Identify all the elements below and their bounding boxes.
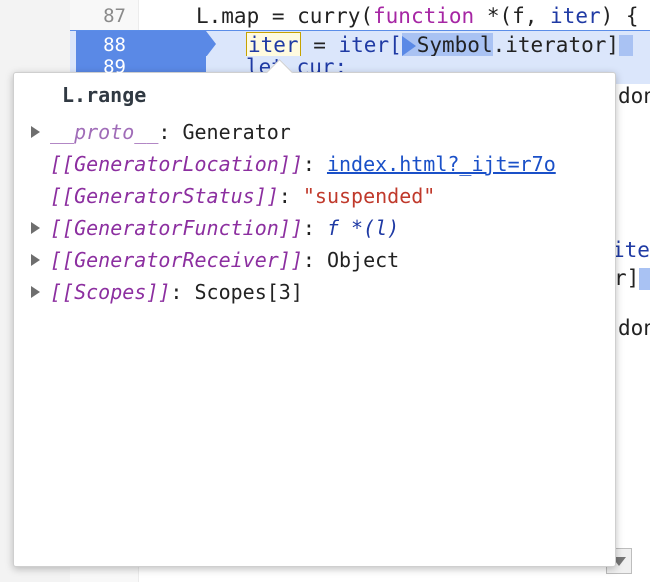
property-separator: : xyxy=(302,248,327,272)
property-key: [[GeneratorLocation]] xyxy=(50,152,303,176)
property-text: [[Scopes]]: Scopes[3] xyxy=(50,277,303,307)
code-text: L.map = curry(function *(f, iter) { xyxy=(196,2,639,30)
property-key: [[GeneratorStatus]] xyxy=(50,184,279,208)
line-number[interactable]: 88 xyxy=(70,31,126,59)
code-line-88-current[interactable]: 88 iter = iter[Symbol.iterator] xyxy=(70,30,650,58)
property-key: [[GeneratorReceiver]] xyxy=(50,248,303,272)
line-number[interactable]: 87 xyxy=(70,2,126,30)
inline-step-target[interactable] xyxy=(619,35,634,57)
code-fragment: don xyxy=(618,84,650,108)
code-token: iter[ xyxy=(338,33,402,57)
property-value: Object xyxy=(326,248,400,272)
code-fragment: r] xyxy=(614,264,650,292)
param-iter: iter xyxy=(550,4,601,28)
generator-location-link[interactable]: index.html?_ijt=r7o xyxy=(327,152,556,176)
property-separator: : xyxy=(302,152,327,176)
property-key: [[Scopes]] xyxy=(50,280,171,304)
property-row-generator-location: [[GeneratorLocation]]: index.html?_ijt=r… xyxy=(14,149,614,179)
code-token: r] xyxy=(614,266,640,290)
code-token: = xyxy=(300,33,339,57)
symbol-token: Symbol xyxy=(416,33,493,57)
property-value: Generator xyxy=(182,120,291,144)
property-separator: : xyxy=(170,280,195,304)
code-fragment: don xyxy=(618,316,650,340)
code-token: ) { xyxy=(600,4,639,28)
property-text: [[GeneratorFunction]]: f *(l) xyxy=(50,213,399,243)
property-separator: : xyxy=(158,120,183,144)
execution-step-marker-icon[interactable] xyxy=(401,36,416,56)
code-line-87[interactable]: 87 L.map = curry(function *(f, iter) { xyxy=(70,2,650,30)
property-key: __proto__ xyxy=(50,120,159,144)
line-number[interactable]: 89 xyxy=(70,56,126,78)
property-text: [[GeneratorReceiver]]: Object xyxy=(50,245,399,275)
property-value: f *(l) xyxy=(326,216,400,240)
variable-value-popover: L.range __proto__: Generator [[Generator… xyxy=(13,59,616,567)
property-row-generator-receiver[interactable]: [[GeneratorReceiver]]: Object xyxy=(14,245,614,275)
property-row-proto[interactable]: __proto__: Generator xyxy=(14,117,614,147)
code-token: L.map = curry( xyxy=(196,4,374,28)
property-row-generator-status: [[GeneratorStatus]]: "suspended" xyxy=(14,181,614,211)
inline-step-target[interactable] xyxy=(639,268,650,290)
property-value: Scopes[3] xyxy=(194,280,303,304)
property-row-generator-function[interactable]: [[GeneratorFunction]]: f *(l) xyxy=(14,213,614,243)
expand-triangle-icon[interactable] xyxy=(31,126,40,138)
code-token: .iterator] xyxy=(492,33,620,57)
code-fragment: ite xyxy=(612,238,650,262)
popover-title: L.range xyxy=(62,83,147,107)
property-separator: : xyxy=(278,184,303,208)
property-text: __proto__: Generator xyxy=(50,117,291,147)
expand-triangle-icon[interactable] xyxy=(31,254,40,266)
expand-triangle-icon[interactable] xyxy=(31,222,40,234)
inline-step-target[interactable]: Symbol xyxy=(401,33,493,57)
property-row-scopes[interactable]: [[Scopes]]: Scopes[3] xyxy=(14,277,614,307)
property-text: [[GeneratorLocation]]: index.html?_ijt=r… xyxy=(50,149,556,179)
expand-triangle-icon[interactable] xyxy=(31,286,40,298)
property-key: [[GeneratorFunction]] xyxy=(50,216,303,240)
code-token: *(f, xyxy=(474,4,551,28)
property-value: "suspended" xyxy=(302,184,436,208)
execution-arrow-icon xyxy=(206,31,216,57)
keyword-function: function xyxy=(373,4,475,28)
property-separator: : xyxy=(302,216,327,240)
property-text: [[GeneratorStatus]]: "suspended" xyxy=(50,181,435,211)
